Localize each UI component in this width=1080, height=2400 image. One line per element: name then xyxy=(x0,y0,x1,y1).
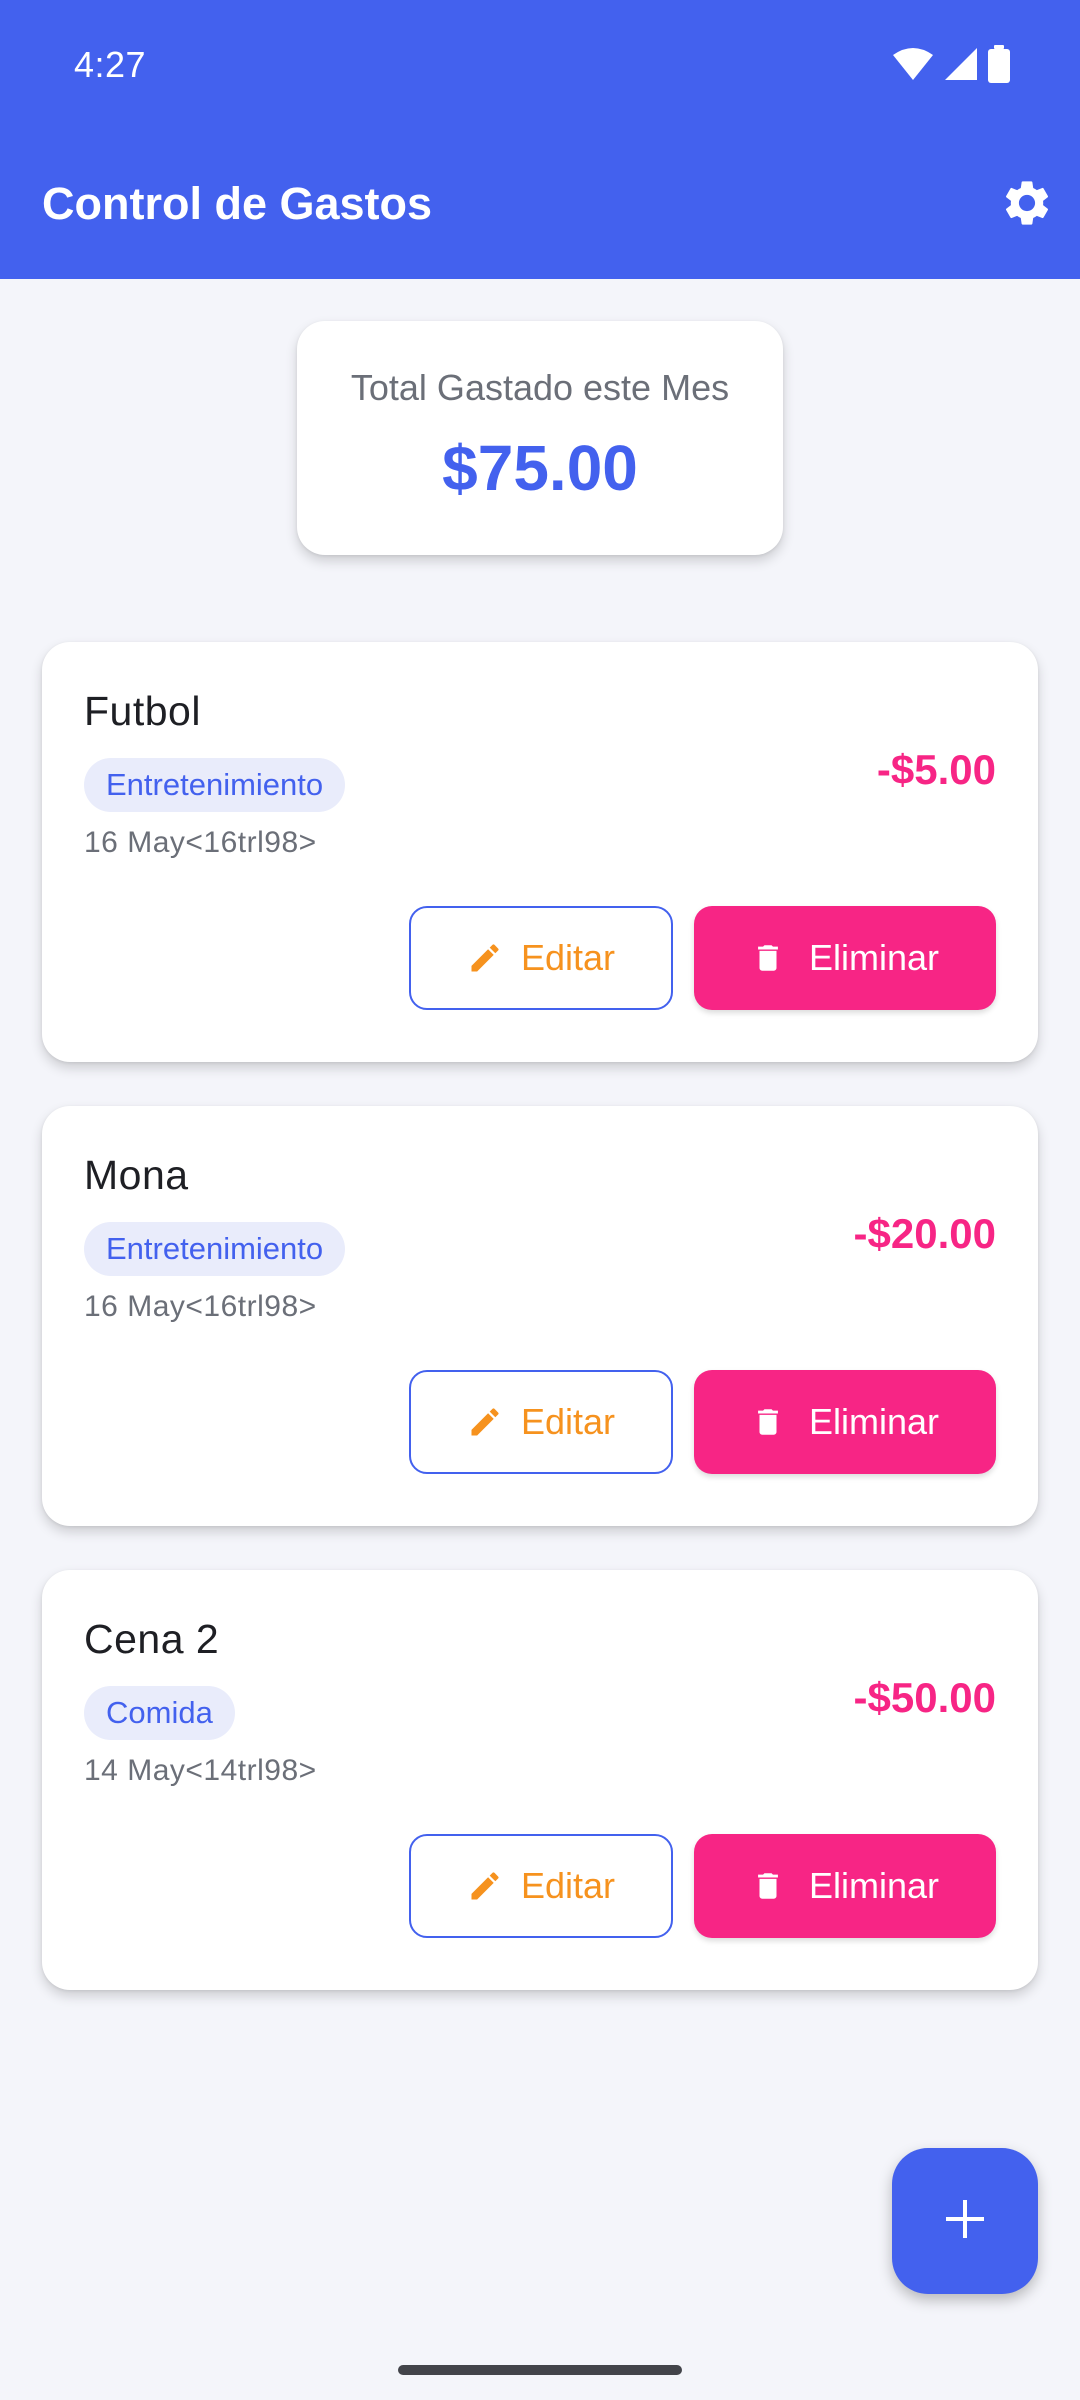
expense-amount: -$5.00 xyxy=(876,746,996,793)
edit-label: Editar xyxy=(520,1865,616,1906)
category-chip: Comida xyxy=(84,1686,235,1740)
edit-label: Editar xyxy=(520,1401,616,1442)
expense-name: Cena 2 xyxy=(84,1616,220,1662)
delete-label: Eliminar xyxy=(808,937,940,978)
pencil-icon xyxy=(467,1868,503,1904)
app-screen: 4:27 Control de Gastos Total Gastado est… xyxy=(0,0,1080,2400)
expense-name: Futbol xyxy=(84,688,201,734)
expense-card: Futbol Entretenimiento 16 May<16trl98> -… xyxy=(42,642,1038,1062)
signal-icon xyxy=(944,47,978,86)
status-icons xyxy=(892,44,1010,88)
delete-button[interactable]: Eliminar xyxy=(694,1370,996,1474)
edit-label: Editar xyxy=(520,937,616,978)
trash-icon xyxy=(751,1869,785,1903)
pencil-icon xyxy=(467,1404,503,1440)
expense-name: Mona xyxy=(84,1152,189,1198)
total-label: Total Gastado este Mes xyxy=(350,367,730,408)
delete-label: Eliminar xyxy=(808,1401,940,1442)
gear-icon xyxy=(1000,176,1054,235)
expense-date: 16 May<16trl98> xyxy=(84,826,317,859)
plus-icon xyxy=(943,2197,987,2246)
edit-button[interactable]: Editar xyxy=(409,1834,673,1938)
category-chip: Entretenimiento xyxy=(84,758,346,812)
edit-button[interactable]: Editar xyxy=(409,906,673,1010)
edit-button[interactable]: Editar xyxy=(409,1370,673,1474)
delete-label: Eliminar xyxy=(808,1865,940,1906)
add-expense-button[interactable] xyxy=(892,2148,1038,2294)
pencil-icon xyxy=(467,940,503,976)
status-time: 4:27 xyxy=(74,44,147,85)
page-title: Control de Gastos xyxy=(42,178,433,229)
battery-icon xyxy=(988,44,1010,88)
app-header: 4:27 Control de Gastos xyxy=(0,0,1080,279)
expense-amount: -$20.00 xyxy=(853,1210,996,1257)
trash-icon xyxy=(751,941,785,975)
expense-date: 16 May<16trl98> xyxy=(84,1290,317,1323)
expense-amount: -$50.00 xyxy=(853,1674,996,1721)
expense-date: 14 May<14trl98> xyxy=(84,1754,317,1787)
category-chip: Entretenimiento xyxy=(84,1222,346,1276)
expense-card: Mona Entretenimiento 16 May<16trl98> -$2… xyxy=(42,1106,1038,1526)
delete-button[interactable]: Eliminar xyxy=(694,1834,996,1938)
expense-card: Cena 2 Comida 14 May<14trl98> -$50.00 Ed… xyxy=(42,1570,1038,1990)
status-bar: 4:27 xyxy=(0,0,1080,130)
monthly-total-card: Total Gastado este Mes $75.00 xyxy=(297,321,783,555)
wifi-icon xyxy=(892,47,934,86)
total-amount: $75.00 xyxy=(442,432,638,504)
home-indicator[interactable] xyxy=(398,2365,682,2375)
trash-icon xyxy=(751,1405,785,1439)
settings-button[interactable] xyxy=(1000,178,1054,232)
delete-button[interactable]: Eliminar xyxy=(694,906,996,1010)
